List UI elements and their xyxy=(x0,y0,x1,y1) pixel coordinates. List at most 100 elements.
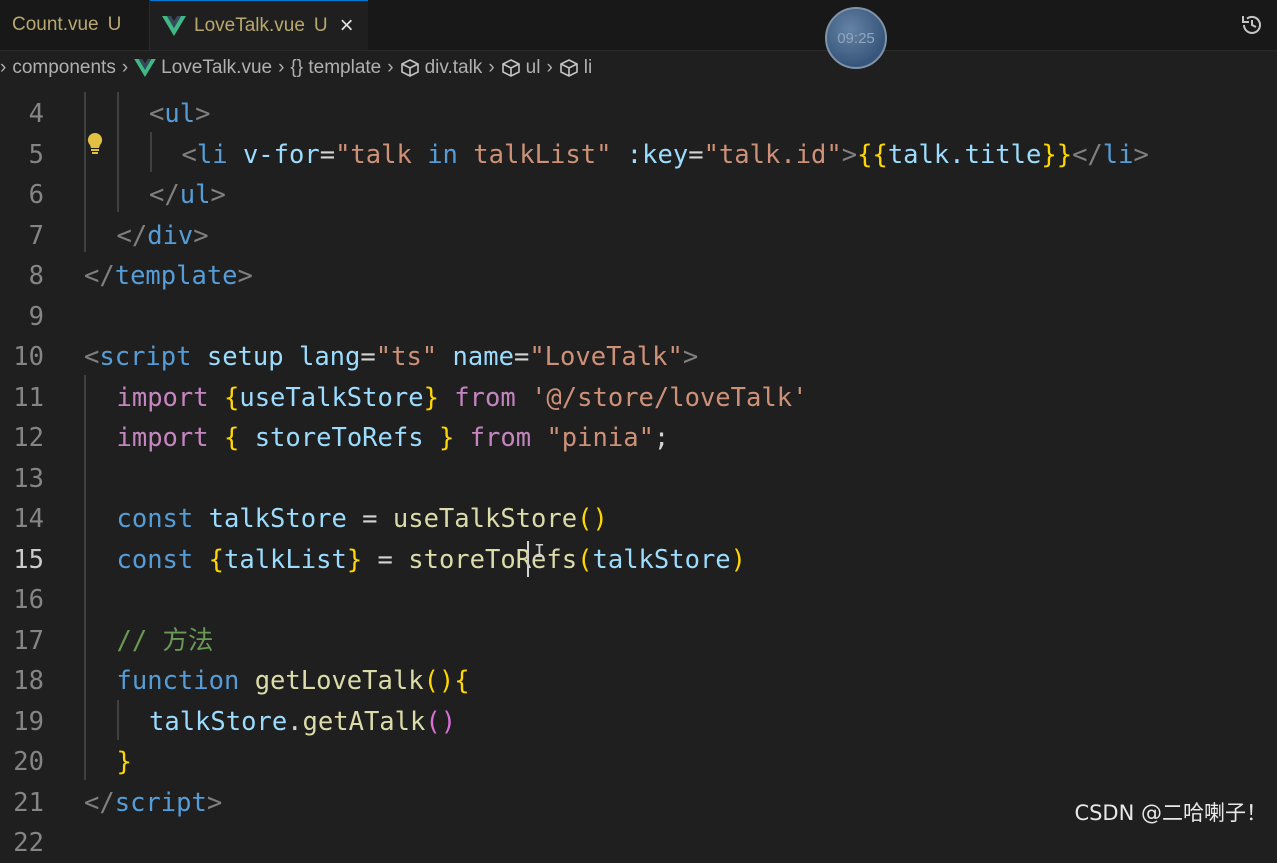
code-line[interactable]: 5 <li v-for="talk in talkList" :key="talk… xyxy=(0,135,1277,175)
code-text: import { storeToRefs } from "pinia"; xyxy=(117,418,670,458)
code-line[interactable]: 13 xyxy=(0,459,1277,499)
code-text: </div> xyxy=(117,216,209,256)
line-number: 6 xyxy=(28,180,44,210)
code-token: { xyxy=(223,423,240,453)
code-token: > xyxy=(841,139,858,170)
code-token: setup xyxy=(206,342,284,372)
code-text: </ul> xyxy=(149,175,226,215)
code-line[interactable]: 20} xyxy=(0,742,1277,782)
code-line[interactable]: 8 </template> xyxy=(0,256,1277,296)
breadcrumb-label: ul xyxy=(525,57,541,78)
code-token: </ xyxy=(1072,139,1103,170)
code-line[interactable]: 10 <script setup lang="ts" name="LoveTalk… xyxy=(0,337,1277,377)
tab-lovetalk-vue[interactable]: LoveTalk.vue U × xyxy=(150,0,368,50)
code-token: lang xyxy=(298,342,361,372)
code-token: } xyxy=(346,544,363,575)
code-token: </ xyxy=(116,220,148,251)
code-token: li xyxy=(1102,139,1134,170)
line-number: 22 xyxy=(13,828,44,858)
tab-status-untracked: U xyxy=(107,14,122,35)
line-number: 19 xyxy=(13,706,44,737)
code-token: = xyxy=(688,139,704,170)
code-line[interactable]: 18 function getLoveTalk(){ xyxy=(0,661,1277,701)
code-line[interactable]: 19 talkStore.getATalk() xyxy=(0,702,1277,742)
code-token: "talk.id" xyxy=(703,139,842,170)
code-token: </ xyxy=(149,180,180,210)
code-line[interactable]: 17 // 方法 xyxy=(0,621,1277,661)
breadcrumb-item-file[interactable]: LoveTalk.vue xyxy=(134,57,272,79)
code-token: ) xyxy=(730,544,747,575)
code-token: from xyxy=(469,423,532,453)
line-number: 21 xyxy=(13,787,44,818)
code-token: name xyxy=(452,342,514,372)
code-line[interactable]: 4 <ul> xyxy=(0,94,1277,134)
code-token: in xyxy=(427,139,458,170)
code-line[interactable]: 7 </div> xyxy=(0,216,1277,256)
breadcrumb-item-template[interactable]: {} template xyxy=(290,57,381,79)
history-icon[interactable] xyxy=(1239,12,1265,38)
chevron-right-icon: › xyxy=(546,57,553,78)
line-number: 15 xyxy=(13,544,44,575)
code-token: talkStore xyxy=(149,706,288,737)
code-line[interactable]: 9 xyxy=(0,297,1277,337)
code-text: </template> xyxy=(84,256,253,296)
code-line[interactable]: 14 const talkStore = useTalkStore() xyxy=(0,499,1277,539)
code-token: getATalk xyxy=(302,706,426,737)
code-token: import xyxy=(116,382,209,413)
code-text: <script setup lang="ts" name="LoveTalk"> xyxy=(84,337,698,377)
code-token: } xyxy=(116,747,132,777)
chevron-right-icon: › xyxy=(0,57,7,78)
code-line[interactable]: 15 const {talkList} = storeToRefs(talkSto… xyxy=(0,540,1277,580)
code-token: > xyxy=(195,99,211,129)
code-line[interactable]: 22 xyxy=(0,823,1277,863)
code-token: :key xyxy=(626,139,689,170)
tab-status-untracked: U xyxy=(313,14,328,36)
code-token: const xyxy=(116,504,194,534)
code-token: () xyxy=(577,504,608,534)
code-token: script xyxy=(114,787,207,818)
symbol-cube-icon xyxy=(501,59,520,77)
code-token: ( xyxy=(577,544,593,575)
line-number: 18 xyxy=(13,666,44,696)
code-line[interactable]: 16 xyxy=(0,580,1277,620)
breadcrumb-label: div.talk xyxy=(424,57,483,78)
line-number: 9 xyxy=(28,301,44,332)
code-text: </script> xyxy=(84,783,222,823)
vue-logo-icon xyxy=(162,15,186,36)
code-token: } xyxy=(438,423,455,453)
close-icon[interactable]: × xyxy=(340,12,354,40)
code-line[interactable]: 12 import { storeToRefs } from "pinia"; xyxy=(0,418,1277,458)
tab-count-vue[interactable]: Count.vue U xyxy=(0,0,150,50)
code-text: const talkStore = useTalkStore() xyxy=(117,499,608,539)
code-line[interactable]: 6 </ul> xyxy=(0,175,1277,215)
code-token: // 方法 xyxy=(116,625,214,656)
code-text: talkStore.getATalk() xyxy=(149,702,456,742)
code-token: = xyxy=(360,342,376,372)
code-token: li xyxy=(196,139,228,170)
code-token: = xyxy=(513,342,530,372)
code-token: > xyxy=(210,180,226,210)
code-token: > xyxy=(206,787,223,818)
code-token: talkList" xyxy=(457,139,612,170)
code-token: ul xyxy=(179,180,211,210)
breadcrumb-item-components[interactable]: components xyxy=(12,57,116,79)
tab-label: LoveTalk.vue xyxy=(194,14,305,36)
breadcrumb-item-div-talk[interactable]: div.talk xyxy=(400,57,483,79)
line-number: 16 xyxy=(13,585,44,615)
lightbulb-icon[interactable] xyxy=(86,132,104,156)
code-editor[interactable]: 4 <ul> 5 <li v-for="talk in talkList" :key=… xyxy=(0,92,1277,858)
code-token: '@/store/loveTalk' xyxy=(531,382,808,413)
symbol-cube-icon xyxy=(559,59,578,77)
code-line[interactable]: 11 import {useTalkStore} from '@/store/lo… xyxy=(0,378,1277,418)
code-token: function xyxy=(116,666,240,696)
breadcrumb-item-li[interactable]: li xyxy=(559,57,592,79)
breadcrumb-item-ul[interactable]: ul xyxy=(501,57,541,79)
code-token: = xyxy=(346,504,393,534)
code-text: const {talkList} = storeToRefs(talkStore… xyxy=(117,540,747,580)
